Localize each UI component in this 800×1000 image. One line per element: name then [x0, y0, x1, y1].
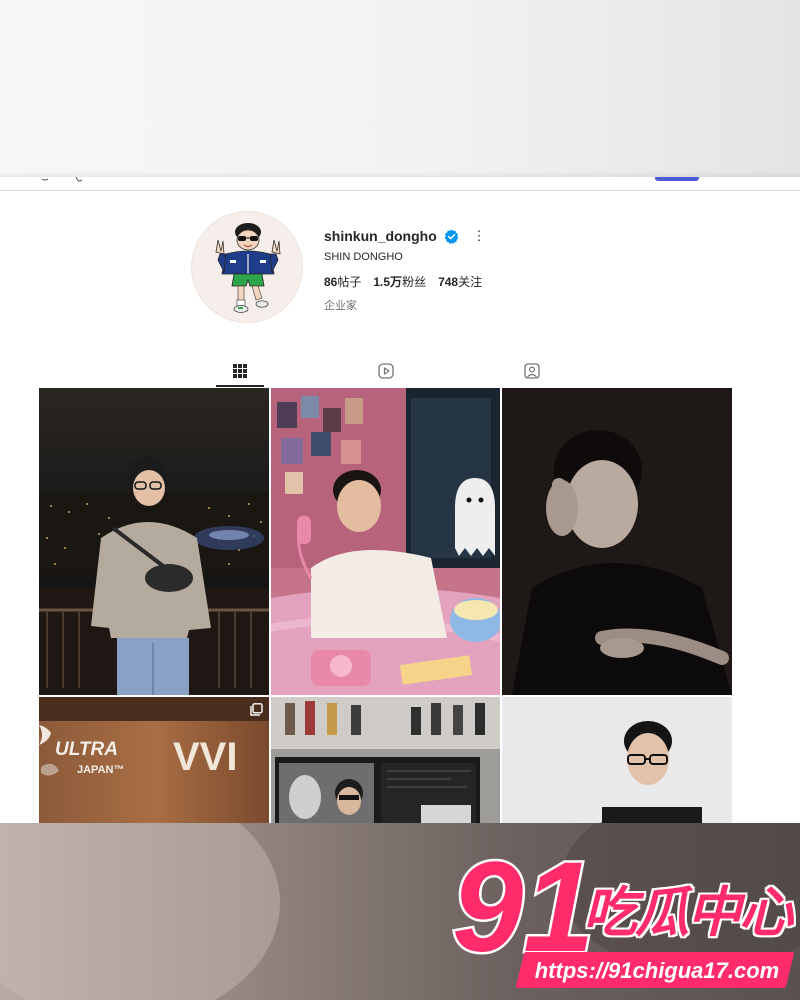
- more-options-icon[interactable]: ⋮: [472, 228, 486, 244]
- posts-stat: 86帖子: [324, 273, 361, 290]
- post-tile[interactable]: ULTRA JAPAN™ VVI: [39, 697, 269, 823]
- post-photo-pink-room: [271, 388, 500, 695]
- ultra-text: ULTRA: [55, 739, 118, 760]
- screenshot-stage: shinkun_dongho ⋮ SHIN DONGHO 86帖子 1.5万粉丝…: [0, 0, 800, 1000]
- tab-reels[interactable]: [362, 357, 410, 385]
- profile-full-name: SHIN DONGHO: [324, 251, 403, 263]
- following-stat[interactable]: 748关注: [438, 273, 482, 290]
- post-photo-studio-portrait: [502, 697, 732, 823]
- post-tile[interactable]: [502, 388, 732, 695]
- profile-username[interactable]: shinkun_dongho: [324, 228, 437, 244]
- ultra-subtext: JAPAN™: [77, 764, 125, 776]
- post-photo-desk-figures: [271, 697, 500, 823]
- profile-tabs: [0, 357, 800, 387]
- watermark-title: 吃瓜中心: [583, 883, 793, 943]
- tab-posts[interactable]: [216, 357, 264, 387]
- profile-avatar[interactable]: [191, 211, 303, 323]
- post-tile[interactable]: [271, 697, 500, 823]
- reels-icon: [378, 363, 394, 379]
- posts-grid: ULTRA JAPAN™ VVI: [39, 388, 732, 823]
- tab-tagged[interactable]: [508, 357, 556, 385]
- profile-category: 企业家: [324, 300, 357, 312]
- watermark-url[interactable]: https://91chigua17.com: [532, 956, 782, 986]
- post-tile[interactable]: [502, 697, 732, 823]
- ultra-side-text: VVI: [173, 735, 238, 779]
- post-photo-bw-portrait: [502, 388, 732, 695]
- cartoon-avatar-icon: [192, 212, 302, 322]
- posts-count: 86: [324, 275, 338, 289]
- following-label: 关注: [458, 275, 483, 289]
- followers-label: 粉丝: [402, 275, 427, 289]
- tagged-icon: [524, 363, 540, 379]
- top-overlay-band: [0, 0, 800, 177]
- post-tile[interactable]: [271, 388, 500, 695]
- followers-stat[interactable]: 1.5万粉丝: [373, 273, 426, 290]
- post-tile[interactable]: [39, 388, 269, 695]
- top-navbar: [0, 177, 800, 191]
- grid-icon: [233, 364, 247, 378]
- multiple-photos-icon: [250, 703, 263, 716]
- following-count: 748: [438, 275, 459, 289]
- nav-button[interactable]: [655, 177, 699, 181]
- verified-badge-icon: [444, 229, 459, 244]
- profile-stats: 86帖子 1.5万粉丝 748关注: [324, 273, 482, 290]
- followers-count: 1.5万: [373, 275, 403, 289]
- post-photo-night-city: [39, 388, 269, 695]
- instagram-logo-icon[interactable]: [40, 177, 90, 183]
- posts-label: 帖子: [337, 275, 362, 289]
